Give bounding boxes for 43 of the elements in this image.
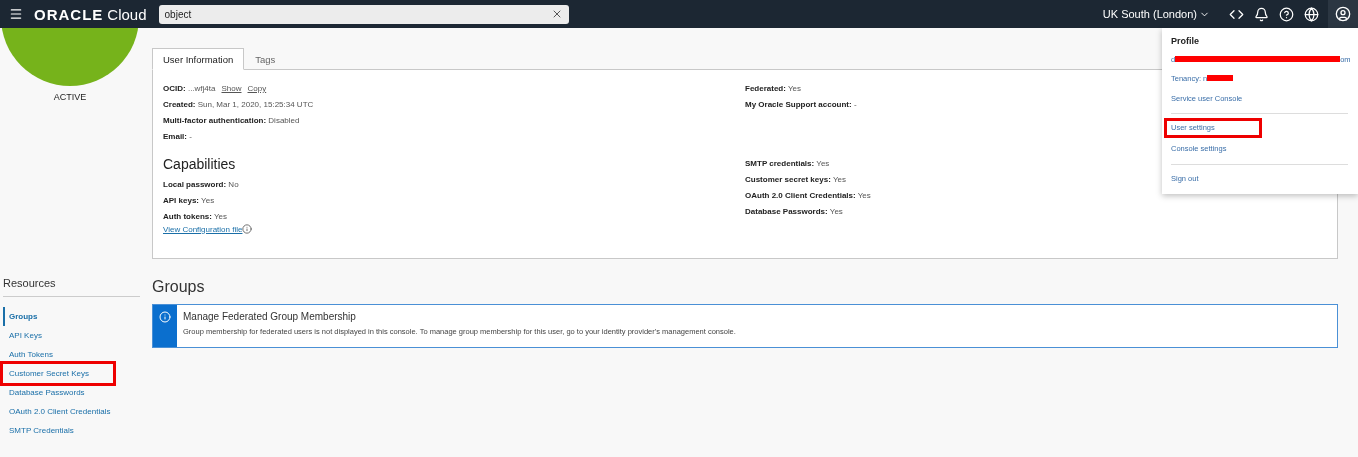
brand-logo[interactable]: ORACLE bbox=[34, 5, 104, 23]
sidebar-item[interactable]: SMTP Credentials bbox=[3, 421, 140, 440]
section-title: Resources bbox=[3, 270, 140, 297]
field-text: Auth tokens: Yes bbox=[163, 212, 228, 222]
sidebar-item[interactable]: OAuth 2.0 Client Credentials bbox=[3, 402, 140, 421]
field-text: Customer secret keys: Yes bbox=[745, 175, 846, 185]
sidebar-item[interactable]: Auth Tokens bbox=[3, 345, 140, 364]
help-icon[interactable] bbox=[1279, 6, 1294, 22]
field-text: API keys: Yes bbox=[163, 196, 215, 206]
field-text: OCID: ...wfj4ta bbox=[163, 84, 216, 93]
section-heading: Groups bbox=[152, 278, 206, 296]
field-text: Email: - bbox=[163, 132, 192, 142]
sidebar-item[interactable]: API Keys bbox=[3, 326, 140, 345]
tab[interactable]: User Information bbox=[152, 48, 245, 70]
menu-title: Profile bbox=[1171, 36, 1200, 46]
sidebar-item[interactable]: Groups bbox=[3, 307, 140, 326]
globe-icon[interactable] bbox=[1304, 6, 1319, 22]
field-text: Federated: Yes bbox=[745, 84, 802, 94]
field-text: Database Passwords: Yes bbox=[745, 207, 843, 217]
sidebar-item[interactable]: Database Passwords bbox=[3, 383, 140, 402]
field-text: Multi-factor authentication: Disabled bbox=[163, 116, 300, 126]
info-icon bbox=[242, 224, 253, 234]
field-text: Local password: No bbox=[163, 180, 239, 190]
field-text: Created: Sun, Mar 1, 2020, 15:25:34 UTC bbox=[163, 100, 314, 110]
field-text: OAuth 2.0 Client Credentials: Yes bbox=[745, 191, 871, 201]
bell-icon[interactable] bbox=[1254, 6, 1269, 22]
field-text: SMTP credentials: Yes bbox=[745, 159, 830, 169]
notice-title: Manage Federated Group Membership bbox=[183, 311, 357, 322]
search-field[interactable]: object bbox=[158, 4, 569, 24]
tab[interactable]: Tags bbox=[244, 48, 287, 70]
redaction-bar bbox=[1207, 75, 1234, 81]
field-text: My Oracle Support account: - bbox=[745, 100, 857, 110]
link[interactable]: Copy bbox=[247, 84, 267, 93]
sidebar-item[interactable]: Customer Secret Keys bbox=[3, 364, 113, 383]
brand-text: Cloud bbox=[107, 5, 147, 23]
status-text: ACTIVE bbox=[53, 92, 87, 102]
region-selector[interactable]: UK South (London) bbox=[1096, 7, 1216, 21]
menu-icon[interactable] bbox=[9, 7, 23, 21]
section-heading: Capabilities bbox=[163, 156, 237, 172]
link[interactable]: Show bbox=[221, 84, 242, 93]
config-link[interactable]: View Configuration file bbox=[163, 224, 745, 234]
info-icon bbox=[159, 311, 171, 323]
user-avatar-icon[interactable] bbox=[1328, 0, 1358, 28]
